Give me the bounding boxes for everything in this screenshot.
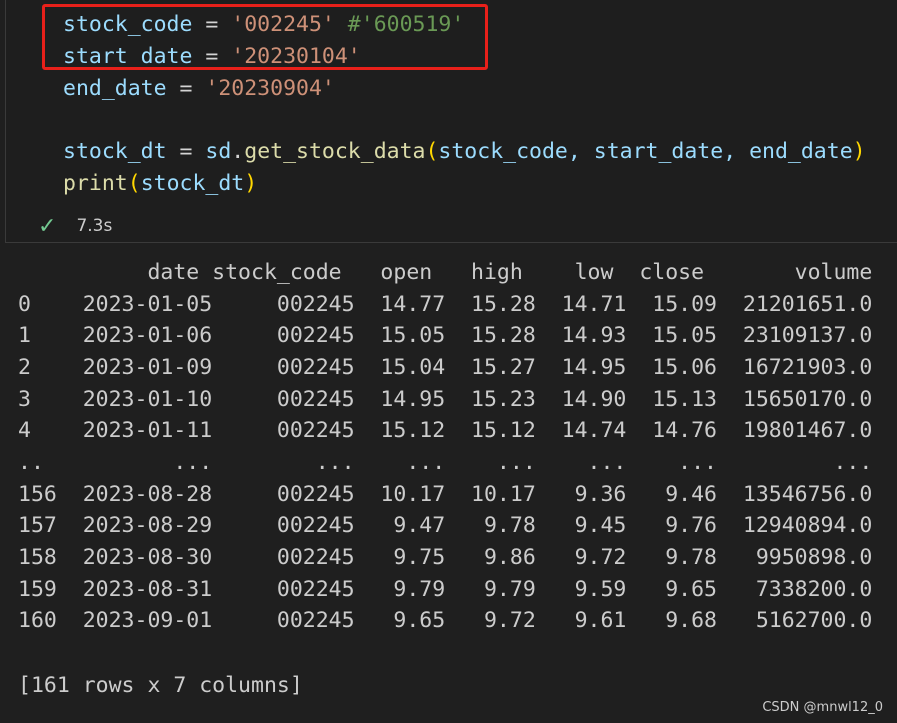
output-row: 3 2023-01-10 002245 14.95 15.23 14.90 15… — [18, 387, 873, 412]
paren-close: ) — [244, 171, 258, 196]
paren-close: ) — [852, 139, 866, 164]
code-line-3: end_date = '20230904' — [63, 75, 335, 103]
string-literal: '20230904' — [205, 76, 335, 101]
arguments: stock_dt — [140, 171, 245, 196]
output-row: 2 2023-01-09 002245 15.04 15.27 14.95 15… — [18, 355, 873, 380]
paren-open: ( — [425, 139, 439, 164]
paren-open: ( — [127, 171, 141, 196]
output-row: 156 2023-08-28 002245 10.17 10.17 9.36 9… — [18, 482, 873, 507]
output-row: 158 2023-08-30 002245 9.75 9.86 9.72 9.7… — [18, 545, 873, 570]
output-header: date stock_code open high low close volu… — [18, 260, 873, 285]
function-name: print — [63, 171, 128, 196]
output-row: 1 2023-01-06 002245 15.05 15.28 14.93 15… — [18, 323, 873, 348]
function-name: get_stock_data — [244, 139, 426, 164]
check-icon: ✓ — [38, 213, 57, 239]
output-row: 0 2023-01-05 002245 14.77 15.28 14.71 15… — [18, 292, 873, 317]
code-line-5: print(stock_dt) — [63, 170, 257, 198]
var-stock-dt: stock_dt — [63, 139, 167, 164]
dot: . — [231, 139, 245, 164]
annotation-highlight-box — [42, 4, 488, 70]
module-name: sd — [205, 139, 232, 164]
output-row: 4 2023-01-11 002245 15.12 15.12 14.74 14… — [18, 418, 873, 443]
var-end-date: end_date — [63, 76, 167, 101]
operator: = — [166, 76, 206, 101]
output-row: 159 2023-08-31 002245 9.79 9.79 9.59 9.6… — [18, 577, 873, 602]
output-row-ellipsis: .. ... ... ... ... ... ... ... — [18, 450, 873, 475]
output-row: 157 2023-08-29 002245 9.47 9.78 9.45 9.7… — [18, 513, 873, 538]
code-cell[interactable]: stock_code = '002245' #'600519' start_da… — [5, 0, 897, 243]
code-line-4: stock_dt = sd.get_stock_data(stock_code,… — [63, 138, 866, 166]
operator: = — [166, 139, 206, 164]
execution-status: ✓ 7.3s — [38, 212, 112, 240]
execution-time: 7.3s — [76, 216, 113, 236]
output-row: 160 2023-09-01 002245 9.65 9.72 9.61 9.6… — [18, 608, 873, 633]
arguments: stock_code, start_date, end_date — [438, 139, 853, 164]
watermark: CSDN @mnwl12_0 — [762, 700, 883, 715]
output-summary: [161 rows x 7 columns] — [18, 673, 303, 698]
